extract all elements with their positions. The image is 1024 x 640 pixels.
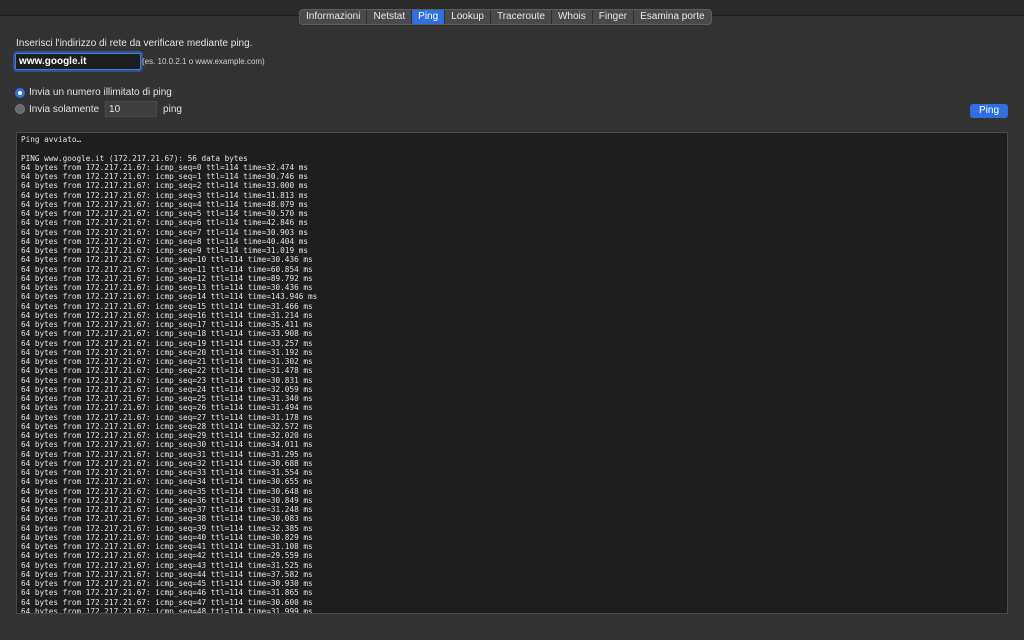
output-line: 64 bytes from 172.217.21.67: icmp_seq=11… [21,264,313,274]
tab-netstat[interactable]: Netstat [367,10,413,24]
output-line: 64 bytes from 172.217.21.67: icmp_seq=32… [21,458,313,468]
output-line: 64 bytes from 172.217.21.67: icmp_seq=46… [21,588,313,598]
output-line: 64 bytes from 172.217.21.67: icmp_seq=14… [21,292,318,302]
output-line: 64 bytes from 172.217.21.67: icmp_seq=23… [21,375,313,385]
unlimited-label: Invia un numero illimitato di ping [29,87,172,98]
output-line: 64 bytes from 172.217.21.67: icmp_seq=3 … [21,190,308,200]
output-line: 64 bytes from 172.217.21.67: icmp_seq=45… [21,579,313,588]
output-line: 64 bytes from 172.217.21.67: icmp_seq=1 … [21,172,308,181]
output-line: 64 bytes from 172.217.21.67: icmp_seq=35… [21,486,313,496]
tab-traceroute[interactable]: Traceroute [491,10,552,24]
output-line: 64 bytes from 172.217.21.67: icmp_seq=41… [21,542,313,551]
output-line: 64 bytes from 172.217.21.67: icmp_seq=21… [21,357,313,366]
output-line: Ping avviato… [21,135,82,144]
output-line: 64 bytes from 172.217.21.67: icmp_seq=10… [21,255,313,265]
output-line: 64 bytes from 172.217.21.67: icmp_seq=12… [21,273,313,283]
output-line: 64 bytes from 172.217.21.67: icmp_seq=25… [21,394,313,403]
output-line: 64 bytes from 172.217.21.67: icmp_seq=48… [21,606,313,614]
tab-esamina-porte[interactable]: Esamina porte [634,10,710,24]
output-line: 64 bytes from 172.217.21.67: icmp_seq=15… [21,301,313,311]
unlimited-radio[interactable] [15,87,25,98]
output-line: 64 bytes from 172.217.21.67: icmp_seq=22… [21,366,313,376]
output-line: 64 bytes from 172.217.21.67: icmp_seq=4 … [21,199,308,209]
address-example-hint: (es. 10.0.2.1 o www.example.com) [142,57,265,66]
ping-output-text: Ping avviato… PING www.google.it (172.21… [17,133,1007,614]
output-line: 64 bytes from 172.217.21.67: icmp_seq=42… [21,551,313,561]
output-line: 64 bytes from 172.217.21.67: icmp_seq=37… [21,505,313,514]
tab-ping[interactable]: Ping [412,10,446,24]
ping-button[interactable]: Ping [970,104,1008,118]
output-line: 64 bytes from 172.217.21.67: icmp_seq=24… [21,384,313,394]
output-line: 64 bytes from 172.217.21.67: icmp_seq=8 … [21,236,308,246]
address-prompt: Inserisci l'indirizzo di rete da verific… [16,38,253,49]
tab-lookup[interactable]: Lookup [445,10,491,24]
output-line: 64 bytes from 172.217.21.67: icmp_seq=20… [21,347,313,357]
output-line: 64 bytes from 172.217.21.67: icmp_seq=19… [21,338,313,348]
output-line: 64 bytes from 172.217.21.67: icmp_seq=7 … [21,227,308,237]
output-line: 64 bytes from 172.217.21.67: icmp_seq=6 … [21,218,308,228]
limited-ping-option[interactable]: Invia solamente ping [15,101,182,117]
output-line: 64 bytes from 172.217.21.67: icmp_seq=9 … [21,246,308,255]
tab-bar: Informazioni Netstat Ping Lookup Tracero… [299,9,712,25]
output-line: 64 bytes from 172.217.21.67: icmp_seq=13… [21,283,313,292]
unlimited-ping-option[interactable]: Invia un numero illimitato di ping [15,87,172,98]
output-line: 64 bytes from 172.217.21.67: icmp_seq=16… [21,310,313,320]
address-input[interactable] [15,53,141,70]
output-line: 64 bytes from 172.217.21.67: icmp_seq=2 … [21,181,308,191]
ping-count-input[interactable] [105,101,158,117]
output-line: 64 bytes from 172.217.21.67: icmp_seq=39… [21,523,313,533]
output-line: PING www.google.it (172.217.21.67): 56 d… [21,153,248,163]
output-line: 64 bytes from 172.217.21.67: icmp_seq=34… [21,477,313,487]
output-line: 64 bytes from 172.217.21.67: icmp_seq=26… [21,403,313,413]
output-line: 64 bytes from 172.217.21.67: icmp_seq=30… [21,440,313,450]
limited-radio[interactable] [15,104,25,114]
output-line: 64 bytes from 172.217.21.67: icmp_seq=5 … [21,209,308,218]
network-utility-window: Informazioni Netstat Ping Lookup Tracero… [0,0,1024,640]
output-line: 64 bytes from 172.217.21.67: icmp_seq=33… [21,468,313,477]
limited-label: Invia solamente [29,103,100,115]
output-line: 64 bytes from 172.217.21.67: icmp_seq=40… [21,532,313,542]
output-line: 64 bytes from 172.217.21.67: icmp_seq=18… [21,329,313,339]
output-line: 64 bytes from 172.217.21.67: icmp_seq=28… [21,421,313,431]
output-line: 64 bytes from 172.217.21.67: icmp_seq=17… [21,320,313,329]
tab-finger[interactable]: Finger [593,10,635,24]
output-line: 64 bytes from 172.217.21.67: icmp_seq=0 … [21,162,308,172]
ping-output-panel[interactable]: Ping avviato… PING www.google.it (172.21… [16,132,1008,614]
output-line: 64 bytes from 172.217.21.67: icmp_seq=43… [21,560,313,570]
output-line: 64 bytes from 172.217.21.67: icmp_seq=36… [21,495,313,505]
output-line: 64 bytes from 172.217.21.67: icmp_seq=29… [21,431,313,440]
ping-count-unit: ping [163,103,182,115]
tab-whois[interactable]: Whois [552,10,593,24]
output-line: 64 bytes from 172.217.21.67: icmp_seq=31… [21,449,313,459]
output-line: 64 bytes from 172.217.21.67: icmp_seq=27… [21,412,313,422]
output-line: 64 bytes from 172.217.21.67: icmp_seq=47… [21,597,313,607]
output-line: 64 bytes from 172.217.21.67: icmp_seq=38… [21,514,313,524]
output-line: 64 bytes from 172.217.21.67: icmp_seq=44… [21,569,313,579]
tab-informazioni[interactable]: Informazioni [300,10,368,24]
